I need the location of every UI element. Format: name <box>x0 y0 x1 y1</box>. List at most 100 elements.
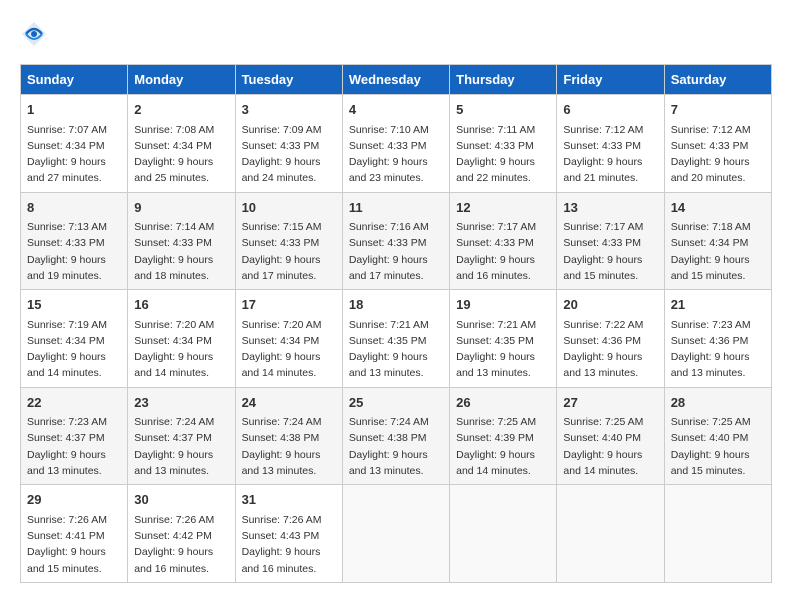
day-info: Sunrise: 7:25 AMSunset: 4:39 PMDaylight:… <box>456 414 550 479</box>
day-info: Sunrise: 7:14 AMSunset: 4:33 PMDaylight:… <box>134 219 228 284</box>
weekday-header-sunday: Sunday <box>21 65 128 95</box>
calendar-cell <box>664 485 771 583</box>
calendar-cell: 3Sunrise: 7:09 AMSunset: 4:33 PMDaylight… <box>235 95 342 193</box>
day-number: 31 <box>242 490 336 510</box>
calendar-cell: 21Sunrise: 7:23 AMSunset: 4:36 PMDayligh… <box>664 290 771 388</box>
day-number: 18 <box>349 295 443 315</box>
calendar-cell: 25Sunrise: 7:24 AMSunset: 4:38 PMDayligh… <box>342 387 449 485</box>
day-number: 15 <box>27 295 121 315</box>
calendar-cell: 13Sunrise: 7:17 AMSunset: 4:33 PMDayligh… <box>557 192 664 290</box>
day-number: 23 <box>134 393 228 413</box>
day-number: 24 <box>242 393 336 413</box>
calendar-cell: 26Sunrise: 7:25 AMSunset: 4:39 PMDayligh… <box>450 387 557 485</box>
day-info: Sunrise: 7:10 AMSunset: 4:33 PMDaylight:… <box>349 122 443 187</box>
day-info: Sunrise: 7:07 AMSunset: 4:34 PMDaylight:… <box>27 122 121 187</box>
day-info: Sunrise: 7:24 AMSunset: 4:37 PMDaylight:… <box>134 414 228 479</box>
weekday-header-saturday: Saturday <box>664 65 771 95</box>
day-number: 8 <box>27 198 121 218</box>
calendar-cell <box>557 485 664 583</box>
day-number: 28 <box>671 393 765 413</box>
day-info: Sunrise: 7:12 AMSunset: 4:33 PMDaylight:… <box>563 122 657 187</box>
day-number: 6 <box>563 100 657 120</box>
calendar-week-1: 1Sunrise: 7:07 AMSunset: 4:34 PMDaylight… <box>21 95 772 193</box>
day-info: Sunrise: 7:24 AMSunset: 4:38 PMDaylight:… <box>349 414 443 479</box>
day-info: Sunrise: 7:17 AMSunset: 4:33 PMDaylight:… <box>563 219 657 284</box>
day-number: 7 <box>671 100 765 120</box>
day-info: Sunrise: 7:23 AMSunset: 4:36 PMDaylight:… <box>671 317 765 382</box>
weekday-header-wednesday: Wednesday <box>342 65 449 95</box>
calendar-cell: 8Sunrise: 7:13 AMSunset: 4:33 PMDaylight… <box>21 192 128 290</box>
day-number: 12 <box>456 198 550 218</box>
day-info: Sunrise: 7:20 AMSunset: 4:34 PMDaylight:… <box>134 317 228 382</box>
weekday-header-thursday: Thursday <box>450 65 557 95</box>
calendar-cell: 27Sunrise: 7:25 AMSunset: 4:40 PMDayligh… <box>557 387 664 485</box>
day-info: Sunrise: 7:26 AMSunset: 4:41 PMDaylight:… <box>27 512 121 577</box>
day-info: Sunrise: 7:21 AMSunset: 4:35 PMDaylight:… <box>456 317 550 382</box>
day-number: 29 <box>27 490 121 510</box>
calendar-cell: 19Sunrise: 7:21 AMSunset: 4:35 PMDayligh… <box>450 290 557 388</box>
calendar-cell: 18Sunrise: 7:21 AMSunset: 4:35 PMDayligh… <box>342 290 449 388</box>
day-info: Sunrise: 7:08 AMSunset: 4:34 PMDaylight:… <box>134 122 228 187</box>
day-number: 27 <box>563 393 657 413</box>
calendar-week-2: 8Sunrise: 7:13 AMSunset: 4:33 PMDaylight… <box>21 192 772 290</box>
calendar-cell: 29Sunrise: 7:26 AMSunset: 4:41 PMDayligh… <box>21 485 128 583</box>
day-info: Sunrise: 7:13 AMSunset: 4:33 PMDaylight:… <box>27 219 121 284</box>
calendar-cell: 16Sunrise: 7:20 AMSunset: 4:34 PMDayligh… <box>128 290 235 388</box>
calendar-cell: 4Sunrise: 7:10 AMSunset: 4:33 PMDaylight… <box>342 95 449 193</box>
day-info: Sunrise: 7:21 AMSunset: 4:35 PMDaylight:… <box>349 317 443 382</box>
day-number: 3 <box>242 100 336 120</box>
calendar-week-4: 22Sunrise: 7:23 AMSunset: 4:37 PMDayligh… <box>21 387 772 485</box>
day-number: 17 <box>242 295 336 315</box>
weekday-header-tuesday: Tuesday <box>235 65 342 95</box>
day-number: 21 <box>671 295 765 315</box>
calendar-cell <box>342 485 449 583</box>
day-number: 30 <box>134 490 228 510</box>
day-number: 26 <box>456 393 550 413</box>
day-info: Sunrise: 7:09 AMSunset: 4:33 PMDaylight:… <box>242 122 336 187</box>
calendar-week-3: 15Sunrise: 7:19 AMSunset: 4:34 PMDayligh… <box>21 290 772 388</box>
day-number: 2 <box>134 100 228 120</box>
calendar-cell: 5Sunrise: 7:11 AMSunset: 4:33 PMDaylight… <box>450 95 557 193</box>
calendar-cell: 7Sunrise: 7:12 AMSunset: 4:33 PMDaylight… <box>664 95 771 193</box>
calendar-cell: 1Sunrise: 7:07 AMSunset: 4:34 PMDaylight… <box>21 95 128 193</box>
day-info: Sunrise: 7:25 AMSunset: 4:40 PMDaylight:… <box>563 414 657 479</box>
day-info: Sunrise: 7:26 AMSunset: 4:43 PMDaylight:… <box>242 512 336 577</box>
weekday-header-monday: Monday <box>128 65 235 95</box>
calendar-week-5: 29Sunrise: 7:26 AMSunset: 4:41 PMDayligh… <box>21 485 772 583</box>
day-info: Sunrise: 7:11 AMSunset: 4:33 PMDaylight:… <box>456 122 550 187</box>
day-number: 4 <box>349 100 443 120</box>
calendar-cell: 20Sunrise: 7:22 AMSunset: 4:36 PMDayligh… <box>557 290 664 388</box>
day-info: Sunrise: 7:16 AMSunset: 4:33 PMDaylight:… <box>349 219 443 284</box>
day-number: 25 <box>349 393 443 413</box>
calendar-table: SundayMondayTuesdayWednesdayThursdayFrid… <box>20 64 772 583</box>
weekday-header-friday: Friday <box>557 65 664 95</box>
day-number: 19 <box>456 295 550 315</box>
day-number: 14 <box>671 198 765 218</box>
day-info: Sunrise: 7:15 AMSunset: 4:33 PMDaylight:… <box>242 219 336 284</box>
calendar-cell <box>450 485 557 583</box>
page-header <box>20 20 772 48</box>
logo <box>20 20 50 48</box>
calendar-cell: 24Sunrise: 7:24 AMSunset: 4:38 PMDayligh… <box>235 387 342 485</box>
day-number: 11 <box>349 198 443 218</box>
calendar-cell: 6Sunrise: 7:12 AMSunset: 4:33 PMDaylight… <box>557 95 664 193</box>
calendar-cell: 9Sunrise: 7:14 AMSunset: 4:33 PMDaylight… <box>128 192 235 290</box>
day-number: 10 <box>242 198 336 218</box>
calendar-cell: 10Sunrise: 7:15 AMSunset: 4:33 PMDayligh… <box>235 192 342 290</box>
calendar-cell: 28Sunrise: 7:25 AMSunset: 4:40 PMDayligh… <box>664 387 771 485</box>
day-number: 16 <box>134 295 228 315</box>
day-number: 22 <box>27 393 121 413</box>
day-info: Sunrise: 7:19 AMSunset: 4:34 PMDaylight:… <box>27 317 121 382</box>
day-number: 5 <box>456 100 550 120</box>
day-number: 13 <box>563 198 657 218</box>
calendar-cell: 2Sunrise: 7:08 AMSunset: 4:34 PMDaylight… <box>128 95 235 193</box>
calendar-cell: 17Sunrise: 7:20 AMSunset: 4:34 PMDayligh… <box>235 290 342 388</box>
calendar-cell: 15Sunrise: 7:19 AMSunset: 4:34 PMDayligh… <box>21 290 128 388</box>
calendar-cell: 22Sunrise: 7:23 AMSunset: 4:37 PMDayligh… <box>21 387 128 485</box>
day-info: Sunrise: 7:24 AMSunset: 4:38 PMDaylight:… <box>242 414 336 479</box>
day-number: 9 <box>134 198 228 218</box>
day-info: Sunrise: 7:22 AMSunset: 4:36 PMDaylight:… <box>563 317 657 382</box>
logo-icon <box>20 20 48 48</box>
calendar-cell: 11Sunrise: 7:16 AMSunset: 4:33 PMDayligh… <box>342 192 449 290</box>
day-info: Sunrise: 7:17 AMSunset: 4:33 PMDaylight:… <box>456 219 550 284</box>
